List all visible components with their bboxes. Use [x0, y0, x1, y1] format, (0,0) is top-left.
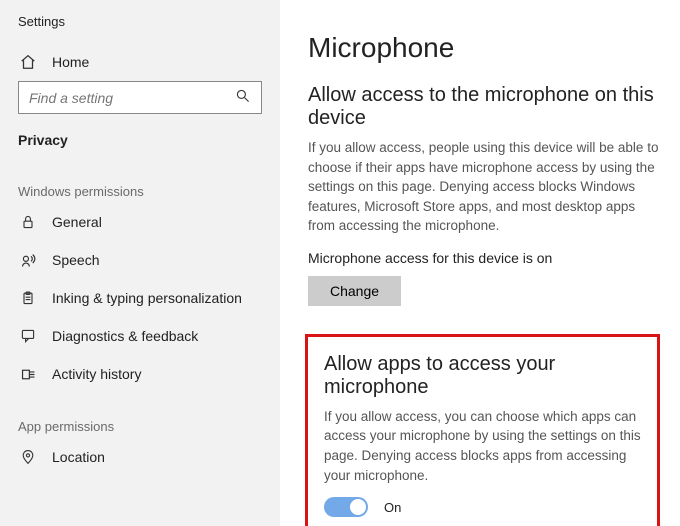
content-pane: Microphone Allow access to the microphon…: [280, 0, 680, 526]
sidebar-item-label: Speech: [52, 252, 99, 268]
home-label: Home: [52, 54, 89, 70]
sidebar-item-activity[interactable]: Activity history: [0, 355, 280, 393]
location-icon: [18, 448, 38, 466]
activity-icon: [18, 365, 38, 383]
sidebar-item-label: Diagnostics & feedback: [52, 328, 198, 344]
category-label: Privacy: [0, 126, 280, 170]
sidebar-item-location[interactable]: Location: [0, 438, 280, 476]
section-windows-permissions: Windows permissions: [0, 170, 280, 203]
sidebar-item-label: Activity history: [52, 366, 141, 382]
lock-icon: [18, 213, 38, 231]
feedback-icon: [18, 327, 38, 345]
search-icon: [235, 88, 251, 107]
allow-apps-toggle-row: On: [324, 497, 641, 517]
allow-apps-desc: If you allow access, you can choose whic…: [324, 407, 641, 485]
highlight-allow-apps: Allow apps to access your microphone If …: [305, 334, 660, 526]
sidebar-item-label: Location: [52, 449, 105, 465]
sidebar-item-speech[interactable]: Speech: [0, 241, 280, 279]
allow-device-desc: If you allow access, people using this d…: [308, 138, 660, 236]
app-title: Settings: [0, 10, 280, 43]
page-title: Microphone: [308, 32, 660, 64]
device-status: Microphone access for this device is on: [308, 250, 660, 266]
section-app-permissions: App permissions: [0, 405, 280, 438]
speech-icon: [18, 251, 38, 269]
sidebar-item-diagnostics[interactable]: Diagnostics & feedback: [0, 317, 280, 355]
sidebar-item-label: General: [52, 214, 102, 230]
sidebar-item-label: Inking & typing personalization: [52, 290, 242, 306]
clipboard-icon: [18, 289, 38, 307]
sidebar: Settings Home Privacy Windows permission…: [0, 0, 280, 526]
change-button[interactable]: Change: [308, 276, 401, 306]
home-icon: [18, 53, 38, 71]
allow-apps-toggle[interactable]: [324, 497, 368, 517]
sidebar-item-general[interactable]: General: [0, 203, 280, 241]
toggle-state-label: On: [384, 500, 401, 515]
home-nav[interactable]: Home: [0, 43, 280, 81]
allow-device-heading: Allow access to the microphone on this d…: [308, 84, 660, 130]
search-box[interactable]: [18, 81, 262, 114]
search-input[interactable]: [29, 90, 235, 106]
allow-apps-heading: Allow apps to access your microphone: [324, 353, 641, 399]
sidebar-item-inking[interactable]: Inking & typing personalization: [0, 279, 280, 317]
